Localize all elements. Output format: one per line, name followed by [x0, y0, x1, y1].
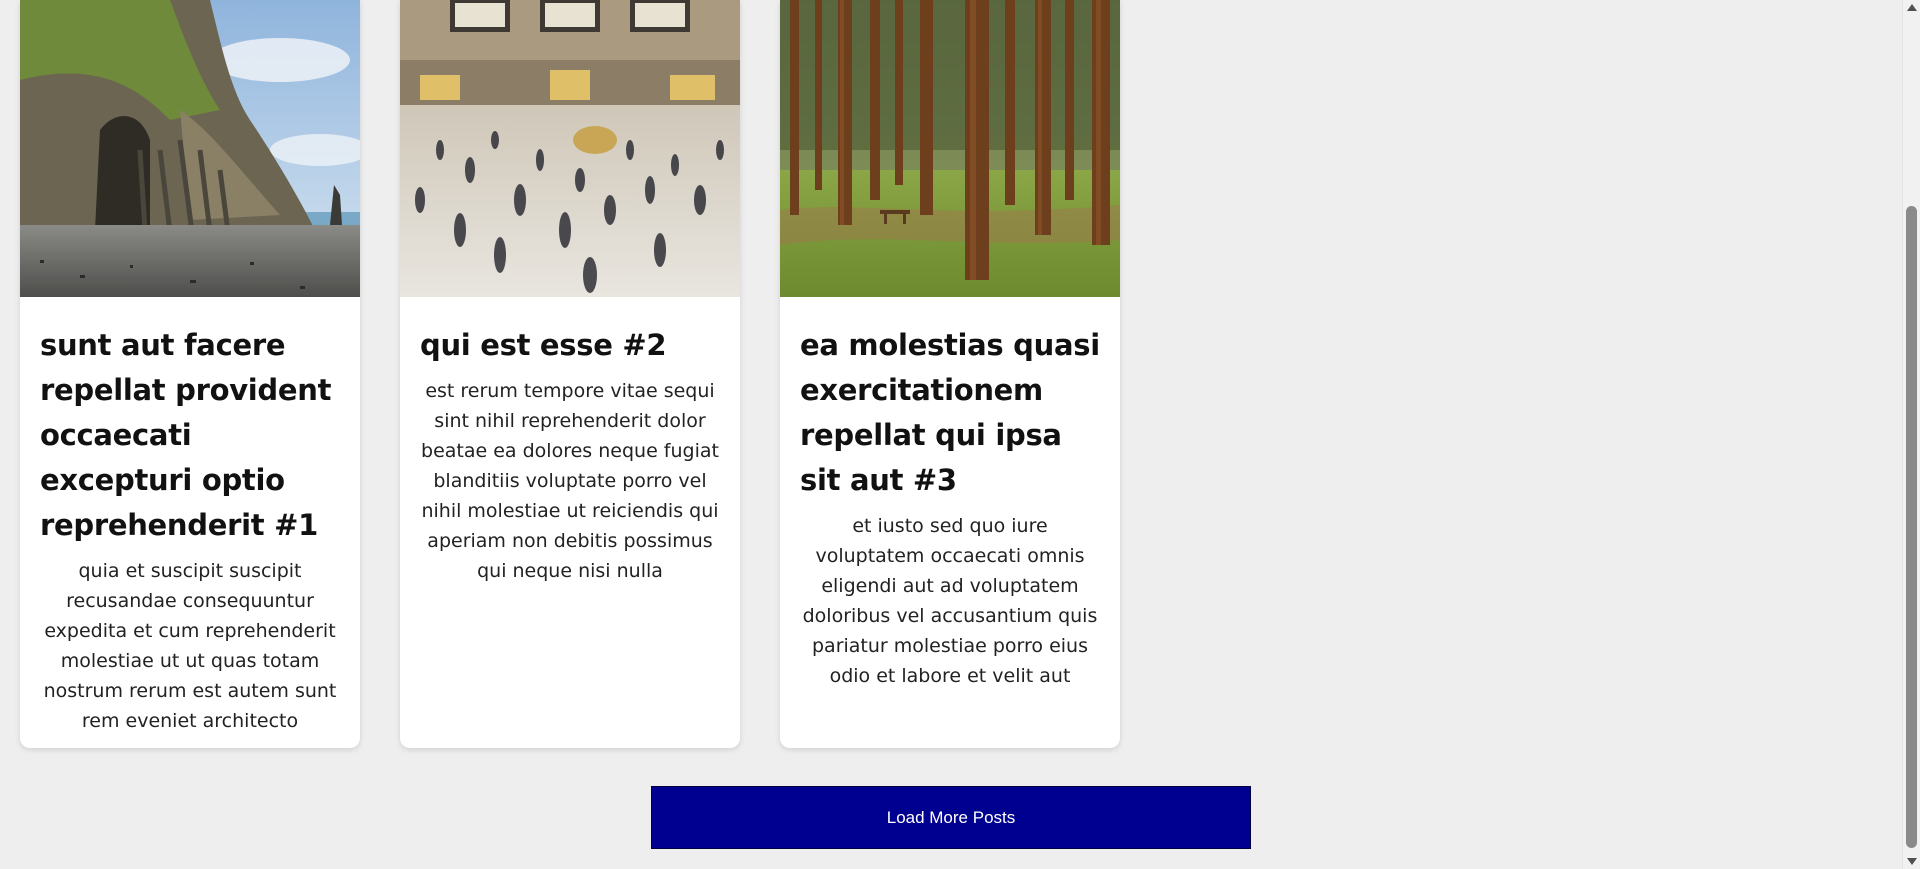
scroll-up-arrow-icon[interactable]: [1907, 4, 1917, 11]
post-card[interactable]: sunt aut facere repellat provident occae…: [20, 0, 360, 748]
post-excerpt: est rerum tempore vitae sequi sint nihil…: [421, 380, 719, 582]
post-body: qui est esse #2 est rerum tempore vitae …: [400, 297, 740, 606]
post-title[interactable]: ea molestias quasi exercitationem repell…: [800, 323, 1100, 503]
post-title[interactable]: qui est esse #2: [420, 323, 720, 368]
post-card[interactable]: ea molestias quasi exercitationem repell…: [780, 0, 1120, 748]
post-body: sunt aut facere repellat provident occae…: [20, 297, 360, 748]
post-body: ea molestias quasi exercitationem repell…: [780, 297, 1120, 711]
scroll-down-arrow-icon[interactable]: [1907, 858, 1917, 865]
load-more-posts-button[interactable]: Load More Posts: [651, 786, 1251, 849]
post-excerpt: quia et suscipit suscipit recusandae con…: [43, 560, 337, 732]
post-image-forest: [780, 0, 1120, 297]
page: sunt aut facere repellat provident occae…: [0, 0, 1920, 869]
vertical-scrollbar[interactable]: [1902, 0, 1920, 869]
post-card[interactable]: qui est esse #2 est rerum tempore vitae …: [400, 0, 740, 748]
post-title[interactable]: sunt aut facere repellat provident occae…: [40, 323, 340, 548]
post-excerpt: et iusto sed quo iure voluptatem occaeca…: [802, 515, 1098, 687]
post-image-cliff: [20, 0, 360, 297]
post-image-station: [400, 0, 740, 297]
scrollbar-thumb[interactable]: [1906, 206, 1917, 848]
